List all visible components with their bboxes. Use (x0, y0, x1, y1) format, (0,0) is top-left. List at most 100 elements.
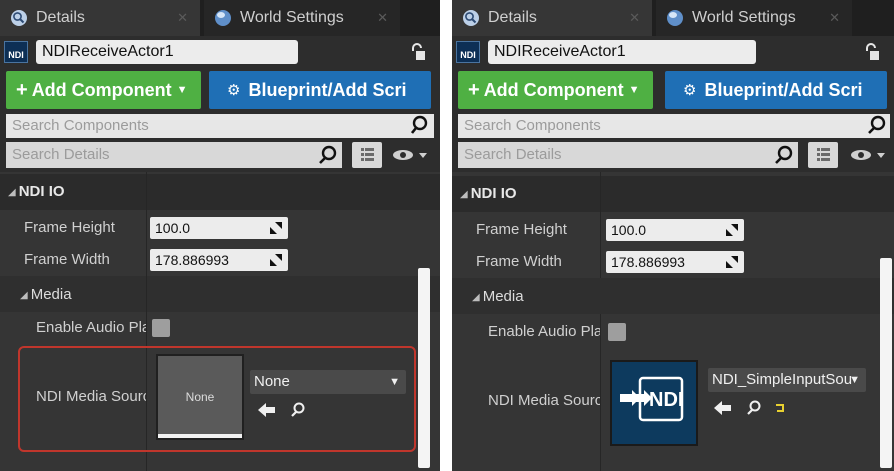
chevron-down-icon: ▼ (849, 374, 860, 386)
category-label: NDI IO (470, 185, 517, 202)
tab-world-settings-label: World Settings (692, 9, 796, 26)
prop-frame-height: Frame Height 100.0 (0, 212, 440, 244)
drag-arrows-icon (270, 254, 282, 266)
actor-name-field[interactable]: NDIReceiveActor1 (488, 40, 756, 64)
lock-icon[interactable] (410, 42, 426, 62)
collapse-triangle-icon: ◢ (472, 292, 480, 303)
media-source-combo[interactable]: None ▼ (250, 370, 406, 394)
drag-arrows-icon (726, 256, 738, 268)
subcategory-label: Media (482, 288, 524, 305)
frame-width-input[interactable]: 178.886993 (606, 251, 744, 273)
frame-height-input[interactable]: 100.0 (606, 219, 744, 241)
chevron-down-icon: ▼ (176, 84, 188, 96)
info-icon (463, 10, 479, 26)
category-ndi-io[interactable]: ◢ NDI IO (0, 174, 440, 210)
blueprint-button[interactable]: ⚙ Blueprint/Add Scri (665, 71, 887, 109)
scrollbar-thumb[interactable] (418, 268, 430, 468)
plus-icon: + (16, 78, 28, 101)
frame-height-input[interactable]: 100.0 (150, 217, 288, 239)
add-component-button[interactable]: + Add Component ▼ (458, 71, 653, 109)
media-source-label: NDI Media Sourc (36, 388, 146, 405)
category-ndi-io[interactable]: ◢ NDI IO (452, 176, 894, 212)
property-matrix-button[interactable] (808, 142, 838, 168)
component-buttons-row: + Add Component ▼ ⚙ Blueprint/Add Scri (452, 68, 894, 112)
prop-enable-audio: Enable Audio Pla (452, 316, 894, 348)
media-source-thumbnail[interactable]: NDI (610, 360, 698, 446)
prop-ndi-media-source: NDI Media Sourc None None ▼ (0, 350, 440, 448)
globe-icon (667, 10, 683, 26)
browse-search-icon[interactable] (746, 400, 762, 416)
tab-world-settings[interactable]: World Settings ✕ (656, 0, 852, 36)
search-components-input[interactable]: Search Components (6, 114, 434, 138)
ndi-actor-icon: NDI (456, 41, 480, 63)
ndi-badge-text: NDI (8, 50, 24, 60)
close-icon[interactable]: ✕ (829, 10, 840, 26)
tab-world-settings[interactable]: World Settings ✕ (204, 0, 400, 36)
search-details-input[interactable]: Search Details (6, 142, 342, 168)
drag-arrows-icon (726, 224, 738, 236)
tab-world-settings-label: World Settings (240, 9, 344, 26)
eye-icon[interactable] (392, 148, 430, 162)
add-component-label: Add Component (31, 79, 172, 100)
media-source-selected: None (254, 373, 290, 390)
frame-width-input[interactable]: 178.886993 (150, 249, 288, 271)
prop-enable-audio: Enable Audio Pla (0, 312, 440, 344)
use-selected-arrow-icon[interactable] (258, 402, 276, 418)
blueprint-label: Blueprint/Add Scri (704, 79, 863, 100)
category-label: NDI IO (18, 183, 65, 200)
blueprint-label: Blueprint/Add Scri (248, 79, 407, 100)
collapse-triangle-icon: ◢ (20, 290, 28, 301)
tab-details[interactable]: Details ✕ (452, 0, 652, 36)
enable-audio-checkbox[interactable] (608, 323, 626, 341)
search-details-placeholder: Search Details (12, 146, 110, 163)
actor-name-row: NDI NDIReceiveActor1 (452, 36, 894, 68)
gear-icon: ⚙ (683, 82, 697, 99)
prop-frame-width: Frame Width 178.886993 (452, 246, 894, 278)
ndi-badge-text: NDI (460, 50, 476, 60)
use-selected-arrow-icon[interactable] (714, 400, 732, 416)
enable-audio-label: Enable Audio Pla (36, 319, 146, 336)
media-source-combo[interactable]: NDI_SimpleInputSou ▼ (708, 368, 866, 392)
thumbnail-text: None (185, 390, 215, 404)
property-matrix-button[interactable] (352, 142, 382, 168)
ndi-asset-icon: NDI (620, 376, 683, 422)
browse-search-icon[interactable] (290, 402, 306, 418)
close-icon[interactable]: ✕ (377, 10, 388, 26)
details-panel-right: Details ✕ World Settings ✕ NDI NDIReceiv… (452, 0, 894, 471)
globe-icon (215, 10, 231, 26)
collapse-triangle-icon: ◢ (460, 189, 468, 200)
search-components-input[interactable]: Search Components (458, 114, 890, 138)
close-icon[interactable]: ✕ (629, 10, 640, 26)
actor-name-field[interactable]: NDIReceiveActor1 (36, 40, 298, 64)
scrollbar-thumb[interactable] (880, 258, 892, 468)
reset-to-default-icon[interactable] (774, 402, 786, 414)
tab-details-label: Details (488, 9, 537, 26)
details-panel-left: Details ✕ World Settings ✕ NDI NDIReceiv… (0, 0, 440, 471)
frame-width-value: 178.886993 (611, 254, 685, 270)
eye-icon[interactable] (850, 148, 888, 162)
close-icon[interactable]: ✕ (177, 10, 188, 26)
tab-details[interactable]: Details ✕ (0, 0, 200, 36)
tab-bar: Details ✕ World Settings ✕ (452, 0, 894, 36)
thumbnail-bar (158, 434, 242, 438)
actor-name-row: NDI NDIReceiveActor1 (0, 36, 440, 68)
gear-icon: ⚙ (227, 82, 241, 99)
subcategory-media[interactable]: ◢ Media (0, 276, 440, 312)
drag-arrows-icon (270, 222, 282, 234)
prop-frame-height: Frame Height 100.0 (452, 214, 894, 246)
lock-icon[interactable] (864, 42, 880, 62)
chevron-down-icon: ▼ (389, 376, 400, 388)
grid-icon (361, 148, 374, 161)
enable-audio-label: Enable Audio Pla (488, 323, 600, 340)
subcategory-media[interactable]: ◢ Media (452, 278, 894, 314)
collapse-triangle-icon: ◢ (8, 187, 16, 198)
add-component-button[interactable]: + Add Component ▼ (6, 71, 201, 109)
frame-height-value: 100.0 (611, 222, 647, 238)
blueprint-button[interactable]: ⚙ Blueprint/Add Scri (209, 71, 431, 109)
tab-bar: Details ✕ World Settings ✕ (0, 0, 440, 36)
media-source-thumbnail[interactable]: None (156, 354, 244, 440)
search-details-placeholder: Search Details (464, 146, 562, 163)
search-details-input[interactable]: Search Details (458, 142, 798, 168)
search-icon (411, 115, 428, 134)
enable-audio-checkbox[interactable] (152, 319, 170, 337)
